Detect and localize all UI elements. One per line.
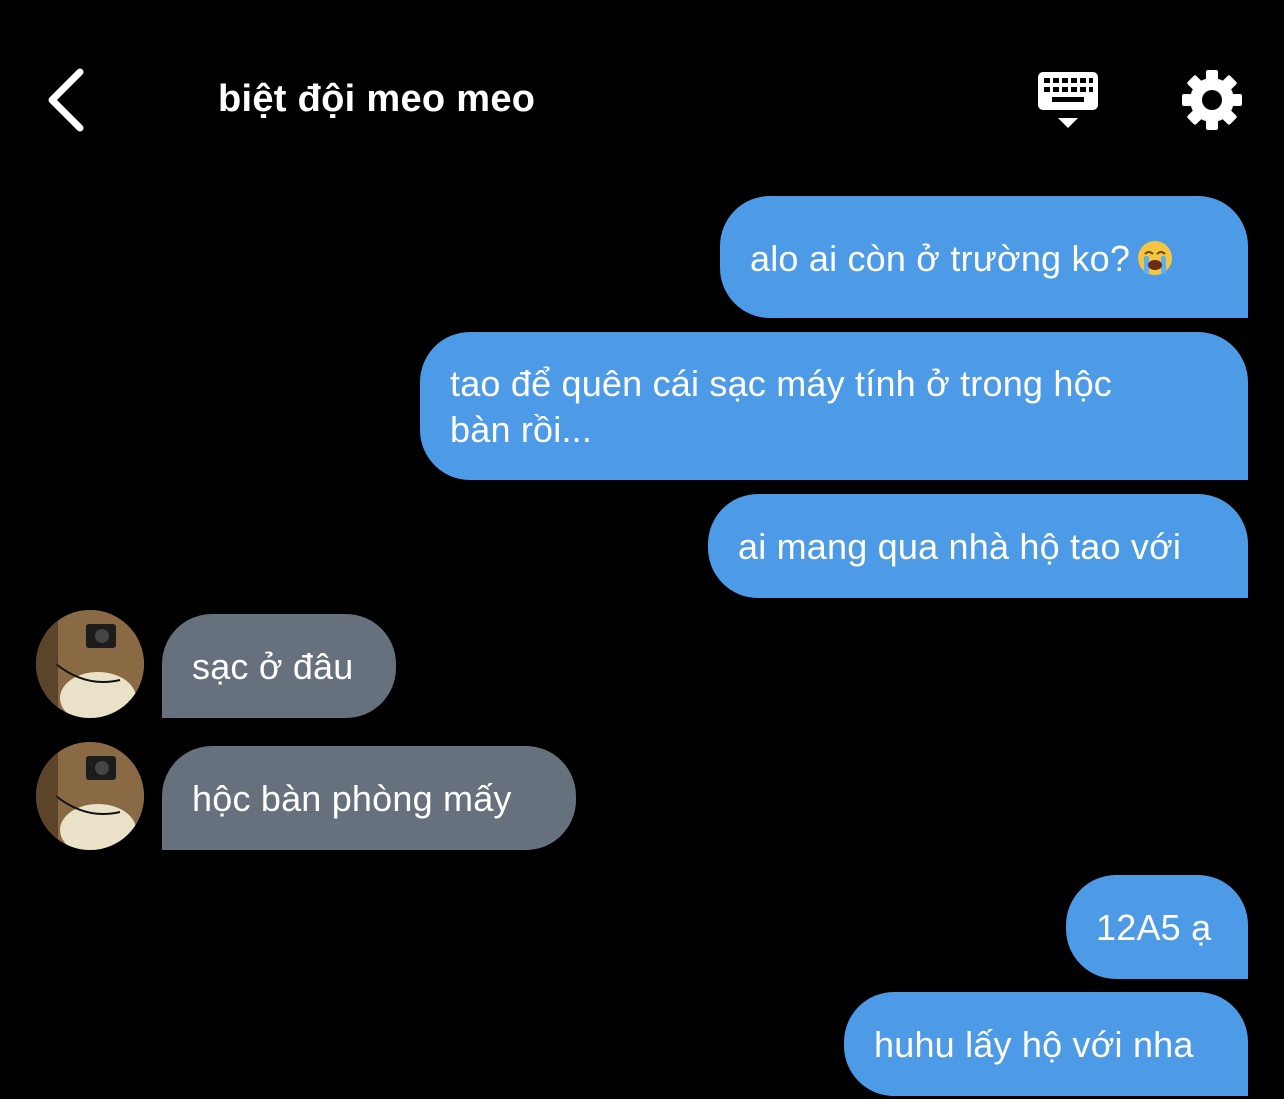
message-bubble-outgoing[interactable]: alo ai còn ở trường ko? xyxy=(720,196,1248,318)
message-bubble-incoming[interactable]: hộc bàn phòng mấy xyxy=(162,746,576,850)
message-bubble-outgoing[interactable]: ai mang qua nhà hộ tao với xyxy=(708,494,1248,598)
message-text: ai mang qua nhà hộ tao với xyxy=(738,526,1182,567)
gear-icon xyxy=(1182,70,1242,130)
avatar-photo-icon xyxy=(36,742,144,850)
chat-title: biệt đội meo meo xyxy=(218,78,536,120)
message-text: 12A5 ạ xyxy=(1096,907,1212,948)
avatar[interactable] xyxy=(36,742,144,850)
message-text: huhu lấy hộ với nha xyxy=(874,1024,1194,1065)
message-text: hộc bàn phòng mấy xyxy=(192,778,512,819)
avatar[interactable] xyxy=(36,610,144,718)
message-text: alo ai còn ở trường ko? xyxy=(750,238,1131,279)
back-button[interactable] xyxy=(40,64,96,140)
message-text-line: tao để quên cái sạc máy tính ở trong hộc xyxy=(450,363,1112,404)
avatar-photo-icon xyxy=(36,610,144,718)
settings-button[interactable] xyxy=(1180,68,1244,132)
chevron-left-icon xyxy=(48,68,84,132)
message-bubble-incoming[interactable]: sạc ở đâu xyxy=(162,614,396,718)
chat-header: biệt đội meo meo xyxy=(0,0,1284,190)
loudly-crying-face-icon xyxy=(1138,241,1173,275)
message-bubble-outgoing[interactable]: 12A5 ạ xyxy=(1066,875,1248,979)
message-text: sạc ở đâu xyxy=(192,646,354,687)
message-bubble-outgoing[interactable]: huhu lấy hộ với nha xyxy=(844,992,1248,1096)
keyboard-dismiss-icon xyxy=(1038,72,1098,128)
message-text-line: bàn rồi... xyxy=(450,409,593,450)
message-bubble-outgoing[interactable]: tao để quên cái sạc máy tính ở trong hộc… xyxy=(420,332,1248,480)
keyboard-button[interactable] xyxy=(1034,68,1102,134)
